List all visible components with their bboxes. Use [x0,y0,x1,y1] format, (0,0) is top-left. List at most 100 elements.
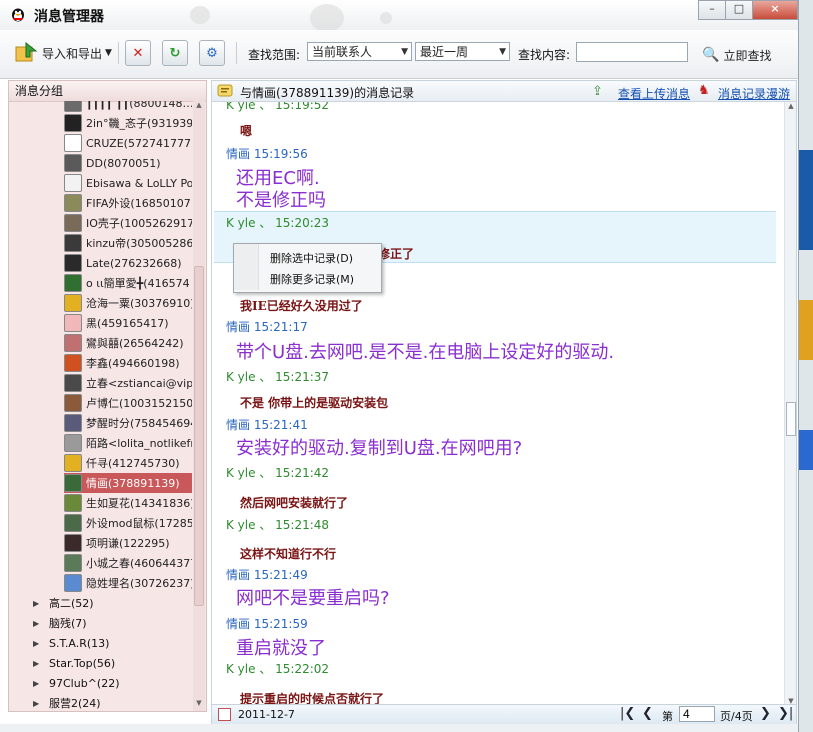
message-header: K yle 、 15:20:23 [226,216,330,230]
contact-item[interactable]: FIFA外设(16850107 [64,193,192,213]
contact-group[interactable]: ▶ 服营2(24) [33,693,101,711]
expand-arrow-icon[interactable]: ▶ [33,699,49,708]
contact-list-scrollbar[interactable]: ▲ ▼ [193,101,205,711]
message-text: 重启就没了 [236,638,326,659]
scroll-down-icon[interactable]: ▼ [193,699,205,711]
contact-item[interactable]: Ebisawa & LoLLY PoPs [64,173,192,193]
previous-page-icon[interactable]: ❮ [642,706,653,721]
group-name: 高二(52) [49,597,94,610]
avatar [64,574,82,592]
scrollbar-thumb[interactable] [194,266,204,606]
contact-item[interactable]: 小城之春(460644377 [64,553,192,573]
scroll-up-icon[interactable]: ▲ [193,101,205,113]
minimize-button[interactable]: – [698,0,726,20]
last-page-icon[interactable]: ❯| [778,706,793,721]
first-page-icon[interactable]: |❮ [620,706,635,721]
message-header: K yle 、 15:19:52 [226,102,330,112]
record-date: 2011-12-7 [238,708,295,721]
contact-group[interactable]: ▶ S.T.A.R(13) [33,633,109,653]
expand-arrow-icon[interactable]: ▶ [33,599,49,608]
background-strip [798,150,813,250]
tools-button[interactable]: ⚙ [199,40,225,66]
contact-item[interactable]: 梦醒时分(758454694 [64,413,192,433]
message-header: 情画 15:21:41 [226,418,308,432]
expand-arrow-icon[interactable]: ▶ [33,679,49,688]
contact-item[interactable]: 卢博仁(1003152150) [64,393,192,413]
avatar [64,194,82,212]
record-roam-link[interactable]: 消息记录漫游 [718,85,790,102]
avatar [64,454,82,472]
contact-item[interactable]: 陌路<lolita_notlikefr@ [64,433,192,453]
message-header: 情画 15:21:17 [226,320,308,334]
contact-group[interactable]: ▶ 97Club^(22) [33,673,120,693]
delete-button[interactable]: ✕ [125,40,151,66]
contact-item[interactable]: kinzu帝(305005286) [64,233,192,253]
message-scrollbar[interactable]: ▲ ▼ [784,102,796,705]
contact-item[interactable]: 生如夏花(14341836) [64,493,192,513]
contact-item[interactable]: CRUZE(572741777) [64,133,192,153]
contact-item[interactable]: Late(276232668) [64,253,192,273]
chevron-down-icon: ▼ [401,47,408,57]
toolbar-divider [236,42,237,64]
scrollbar-thumb[interactable] [786,402,796,436]
message-text: 安装好的驱动.复制到U盘.在网吧用? [236,438,523,459]
message-header: K yle 、 15:21:42 [226,466,330,480]
message-header: K yle 、 15:21:48 [226,518,330,532]
scroll-up-icon[interactable]: ▲ [785,102,796,110]
contact-item[interactable]: 李鑫(494660198) [64,353,192,373]
contact-item[interactable]: ┃┃┃┃ ┃┃(8800148… [64,101,192,113]
qq-penguin-icon: ♞ [698,83,710,98]
expand-arrow-icon[interactable]: ▶ [33,659,49,668]
search-now-button[interactable]: 🔍 立即查找 [702,42,771,68]
contact-name: 情画(378891139) [86,477,180,490]
contact-item[interactable]: ο ιι簡單愛╋(416574 [64,273,192,293]
contact-item[interactable]: 黑(459165417) [64,313,192,333]
import-export-button[interactable]: 导入和导出 ▼ [14,40,112,66]
search-input[interactable] [576,42,688,62]
background-strip [798,430,813,470]
avatar [64,274,82,292]
search-range-label: 查找范围: [248,48,301,62]
maximize-button[interactable]: □ [725,0,753,20]
contact-group[interactable]: ▶ 高二(52) [33,593,94,613]
contact-list: ┃┃┃┃ ┃┃(8800148… 2in°鞿_忞子(9319397 CRUZE(57… [9,101,192,711]
contact-group[interactable]: ▶ Star.Top(56) [33,653,115,673]
expand-arrow-icon[interactable]: ▶ [33,619,49,628]
chevron-down-icon: ▼ [499,47,506,57]
contact-item[interactable]: 外设mod鼠标(17285 [64,513,192,533]
delete-more-menu-item[interactable]: 删除更多记录(M) [270,271,354,287]
contact-item[interactable]: 沧海一粟(30376910) [64,293,192,313]
message-header: 情画 15:21:49 [226,568,308,582]
toolbar: 导入和导出 ▼ ✕ ↻ ⚙ 查找范围: 当前联系人 ▼ 最近一周 ▼ 查找内容:… [0,30,798,79]
page-number-input[interactable] [679,706,715,722]
contact-name: 项明谦(122295) [86,537,170,550]
message-header: K yle 、 15:21:37 [226,370,330,384]
contact-item[interactable]: 立春<zstiancai@vip.c [64,373,192,393]
time-select[interactable]: 最近一周 ▼ [415,42,510,61]
avatar [64,414,82,432]
message-header: 情画 15:19:56 [226,147,308,161]
contact-name: kinzu帝(305005286) [86,237,192,250]
contact-item[interactable]: 鸞與囍(26564242) [64,333,192,353]
window-controls: – □ × [698,0,798,20]
contact-item[interactable]: 仟寻(412745730) [64,453,192,473]
contact-group[interactable]: ▶ 脑残(7) [33,613,87,633]
calendar-icon[interactable] [218,708,231,721]
next-page-icon[interactable]: ❯ [760,706,771,721]
expand-arrow-icon[interactable]: ▶ [33,639,49,648]
contact-item[interactable]: 2in°鞿_忞子(9319397 [64,113,192,133]
contact-item[interactable]: 隐姓埋名(30726237) [64,573,192,593]
contact-name: 鸞與囍(26564242) [86,337,184,350]
contact-group-header: 消息分组 [9,81,206,102]
contact-item[interactable]: 项明谦(122295) [64,533,192,553]
chat-record-icon [217,84,233,97]
contact-item[interactable]: IO壳子(1005262917) [64,213,192,233]
delete-selected-menu-item[interactable]: 删除选中记录(D) [270,250,353,266]
close-button[interactable]: × [752,0,798,20]
contact-item[interactable]: 情画(378891139) [64,473,192,493]
refresh-button[interactable]: ↻ [162,40,188,66]
range-select[interactable]: 当前联系人 ▼ [307,42,412,61]
contact-item[interactable]: DD(8070051) [64,153,192,173]
contact-name: DD(8070051) [86,156,161,170]
view-upload-link[interactable]: 查看上传消息 [618,85,690,102]
